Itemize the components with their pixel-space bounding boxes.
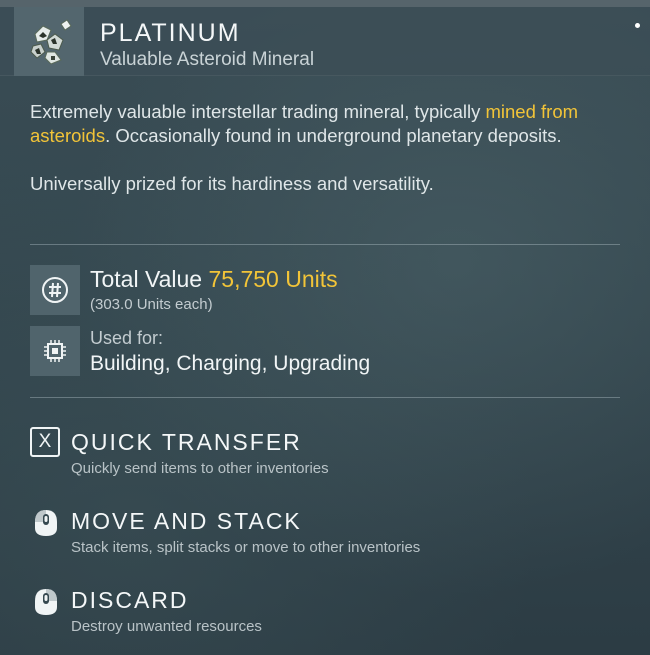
- description-paragraph-1: Extremely valuable interstellar trading …: [30, 101, 579, 146]
- used-for-value: Building, Charging, Upgrading: [90, 352, 371, 375]
- top-bar: [0, 0, 650, 7]
- action-description: Stack items, split stacks or move to oth…: [71, 539, 421, 556]
- units-currency-icon: [30, 265, 80, 315]
- move-and-stack-action[interactable]: MOVE AND STACK Stack items, split stacks…: [30, 506, 620, 566]
- action-title: MOVE AND STACK: [71, 508, 302, 534]
- used-for-label: Used for:: [90, 328, 164, 348]
- platinum-ore-icon: [14, 7, 84, 76]
- chip-icon: [30, 326, 80, 376]
- action-title: QUICK TRANSFER: [71, 429, 302, 455]
- total-value-amount: 75,750 Units: [208, 266, 338, 292]
- item-info-panel: PLATINUM Valuable Asteroid Mineral Extre…: [0, 0, 650, 655]
- item-description: Extremely valuable interstellar trading …: [30, 100, 620, 196]
- mouse-right-icon: [30, 585, 62, 617]
- item-category: Valuable Asteroid Mineral: [100, 49, 315, 70]
- divider: [30, 244, 620, 245]
- divider: [30, 397, 620, 398]
- action-title: DISCARD: [71, 587, 189, 613]
- action-description: Destroy unwanted resources: [71, 618, 262, 635]
- action-description: Quickly send items to other inventories: [71, 460, 329, 477]
- quick-transfer-action[interactable]: X QUICK TRANSFER Quickly send items to o…: [30, 427, 620, 487]
- discard-action[interactable]: DISCARD Destroy unwanted resources: [30, 585, 620, 645]
- x-key-icon: X: [30, 427, 62, 459]
- mouse-left-icon: [30, 506, 62, 538]
- indicator-dot: [635, 23, 640, 28]
- unit-price: (303.0 Units each): [90, 296, 213, 313]
- item-name: PLATINUM: [100, 19, 241, 47]
- item-header: PLATINUM Valuable Asteroid Mineral: [0, 7, 650, 76]
- description-paragraph-2: Universally prized for its hardiness and…: [30, 173, 434, 194]
- total-value: Total Value 75,750 Units: [90, 266, 338, 292]
